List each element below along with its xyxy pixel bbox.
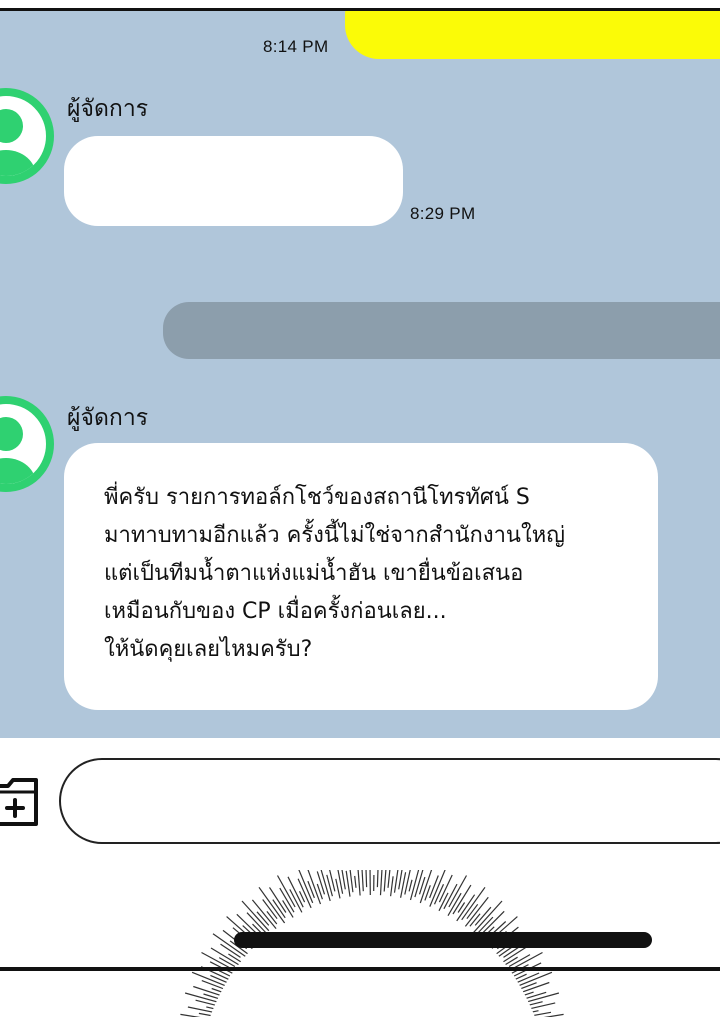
person-icon xyxy=(0,417,36,484)
received-message-bubble[interactable]: พี่ครับ รายการทอล์กโชว์ของสถานีโทรทัศน์ … xyxy=(64,443,658,710)
home-indicator[interactable] xyxy=(234,932,652,948)
message-line: มาทาบทามอีกแล้ว ครั้งนี้ไม่ใช่จากสำนักงา… xyxy=(104,523,565,548)
add-folder-icon[interactable] xyxy=(0,776,40,828)
panel-border-bottom xyxy=(0,967,720,971)
message-line: เหมือนกับของ CP เมื่อครั้งก่อนเลย... xyxy=(104,599,447,624)
message-line: แต่เป็นทีมน้ำตาแห่งแม่น้ำฮัน เขายื่นข้อเ… xyxy=(104,561,524,586)
message-text: พี่ครับ รายการทอล์กโชว์ของสถานีโทรทัศน์ … xyxy=(104,479,624,669)
sender-name: ผู้จัดการ xyxy=(67,96,149,122)
message-time: 8:29 PM xyxy=(410,204,476,223)
message-line: พี่ครับ รายการทอล์กโชว์ของสถานีโทรทัศน์ … xyxy=(104,485,530,510)
message-time: 8:14 PM xyxy=(263,37,329,56)
message-line: ให้นัดคุยเลยไหมครับ? xyxy=(104,637,313,662)
received-message-bubble[interactable] xyxy=(64,136,403,226)
message-input[interactable] xyxy=(59,758,720,844)
sender-name: ผู้จัดการ xyxy=(67,405,149,431)
sent-message-bubble[interactable] xyxy=(345,11,720,59)
comic-panel: 8:14 PM ผู้จัดการ 8:29 PM ผู้จัดการ พี่ค… xyxy=(0,0,720,1017)
avatar[interactable] xyxy=(0,88,54,184)
chat-area[interactable]: 8:14 PM ผู้จัดการ 8:29 PM ผู้จัดการ พี่ค… xyxy=(0,11,720,738)
sent-message-bubble-redacted[interactable] xyxy=(163,302,720,359)
person-icon xyxy=(0,109,36,176)
avatar[interactable] xyxy=(0,396,54,492)
